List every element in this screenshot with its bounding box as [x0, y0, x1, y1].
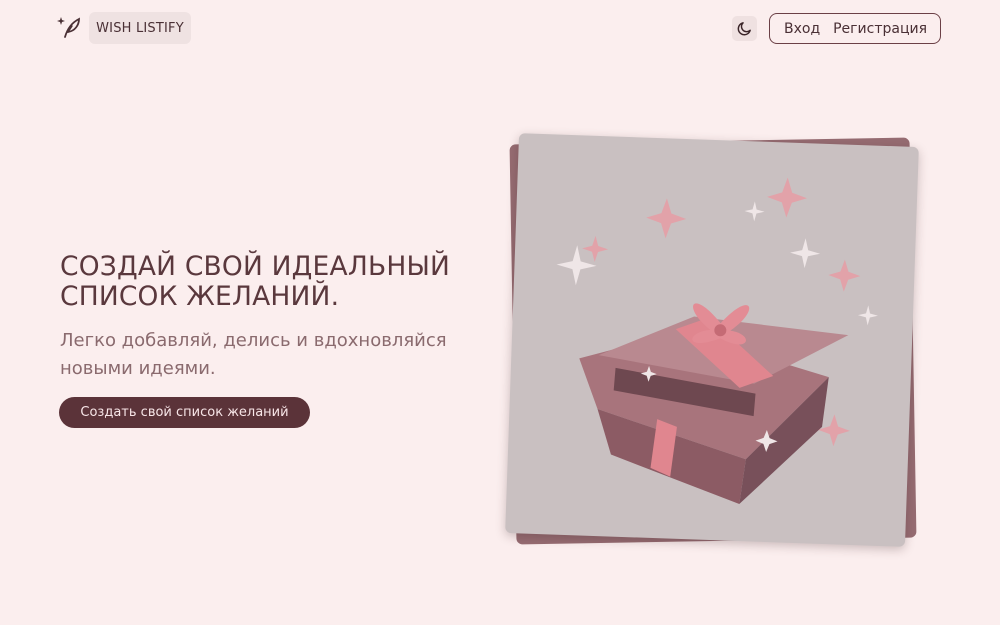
open-gift-box-icon	[556, 177, 878, 505]
create-wishlist-button[interactable]: Создать свой список желаний	[59, 397, 310, 428]
illustration-card	[505, 133, 919, 547]
login-button[interactable]: Вход	[784, 21, 820, 37]
register-button[interactable]: Регистрация	[833, 21, 927, 37]
feather-sparkle-icon[interactable]	[57, 14, 81, 40]
hero-title-line-2: СПИСОК ЖЕЛАНИЙ.	[60, 281, 340, 312]
hero-title-line-1: СОЗДАЙ СВОЙ ИДЕАЛЬНЫЙ	[60, 251, 451, 282]
moon-icon	[737, 22, 751, 36]
hero-subtitle: Легко добавляй, делись и вдохновляйся но…	[60, 330, 447, 379]
theme-toggle-button[interactable]	[732, 16, 757, 41]
brand-button[interactable]: WISH LISTIFY	[89, 12, 191, 44]
auth-buttons: Вход Регистрация	[769, 13, 941, 44]
hero-title: СОЗДАЙ СВОЙ ИДЕАЛЬНЫЙ СПИСОК ЖЕЛАНИЙ.	[60, 252, 450, 312]
